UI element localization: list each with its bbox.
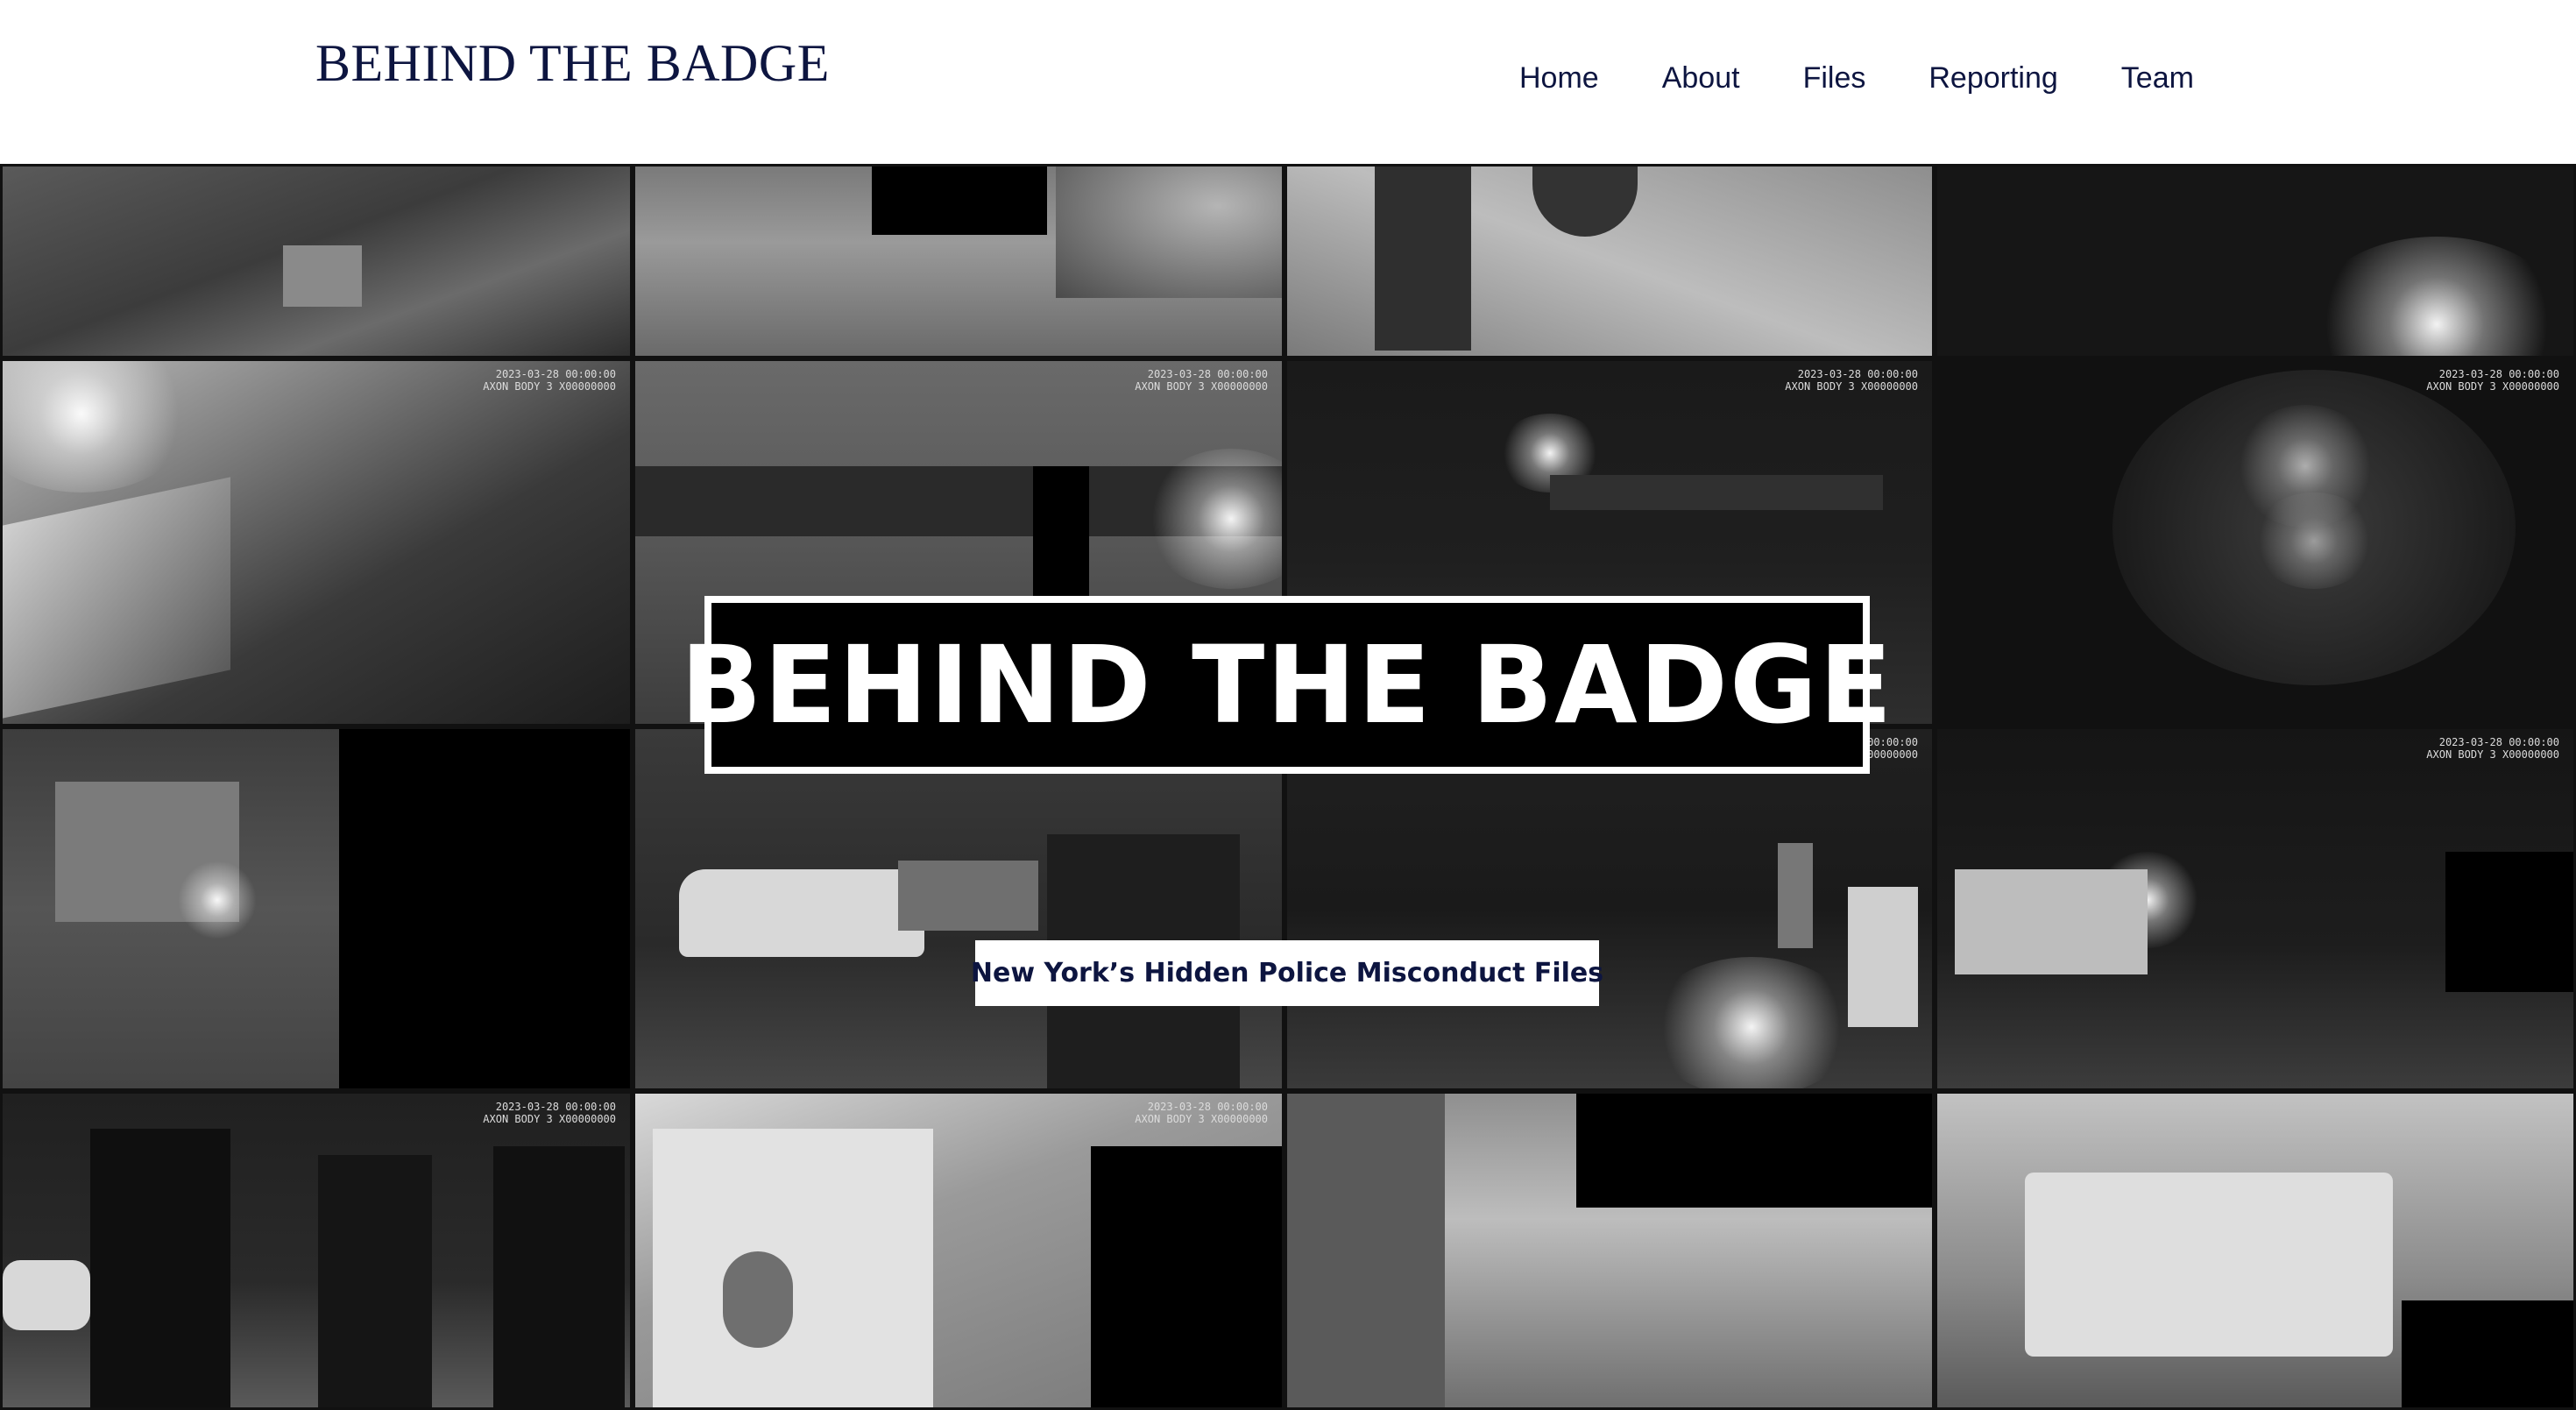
bodycam-frame: 2023-03-28 00:00:00AXON BODY 3 X00000000 [1935,726,2576,1091]
bodycam-frame [0,726,633,1091]
bodycam-frame [1935,1091,2576,1410]
nav-item-team[interactable]: Team [2121,61,2194,96]
bodycam-frame: 2023-03-28 00:00:00AXON BODY 3 X00000000 [1935,358,2576,726]
bodycam-frame [633,164,1284,358]
hero-subtitle: New York’s Hidden Police Misconduct File… [970,958,1604,988]
hero-title: BEHIND THE BADGE [680,622,1894,748]
bodycam-frame [1935,164,2576,358]
hero-subtitle-banner: New York’s Hidden Police Misconduct File… [971,940,1603,1006]
bodycam-frame [1284,164,1935,358]
bodycam-frame [0,164,633,358]
hero-title-banner: BEHIND THE BADGE [681,596,1892,774]
nav-item-files[interactable]: Files [1803,61,1866,96]
site-header: BEHIND THE BADGE Home About Files Report… [0,0,2576,164]
bodycam-frame: 2023-03-28 00:00:00AXON BODY 3 X00000000 [633,1091,1284,1410]
nav-item-reporting[interactable]: Reporting [1928,61,2057,96]
bodycam-frame: 2023-03-28 00:00:00AXON BODY 3 X00000000 [0,1091,633,1410]
nav-item-about[interactable]: About [1662,61,1740,96]
main-nav: Home About Files Reporting Team [1519,61,2194,96]
site-logo[interactable]: BEHIND THE BADGE [315,33,830,94]
hero-title-group: BEHIND THE BADGE New York’s Hidden Polic… [681,596,1892,1006]
nav-item-home[interactable]: Home [1519,61,1599,96]
bodycam-frame: 2023-03-28 00:00:00AXON BODY 3 X00000000 [0,358,633,726]
hero-section: 2023-03-28 00:00:00 AXON BODY 3 X00000000… [0,164,2576,1410]
bodycam-frame [1284,1091,1935,1410]
